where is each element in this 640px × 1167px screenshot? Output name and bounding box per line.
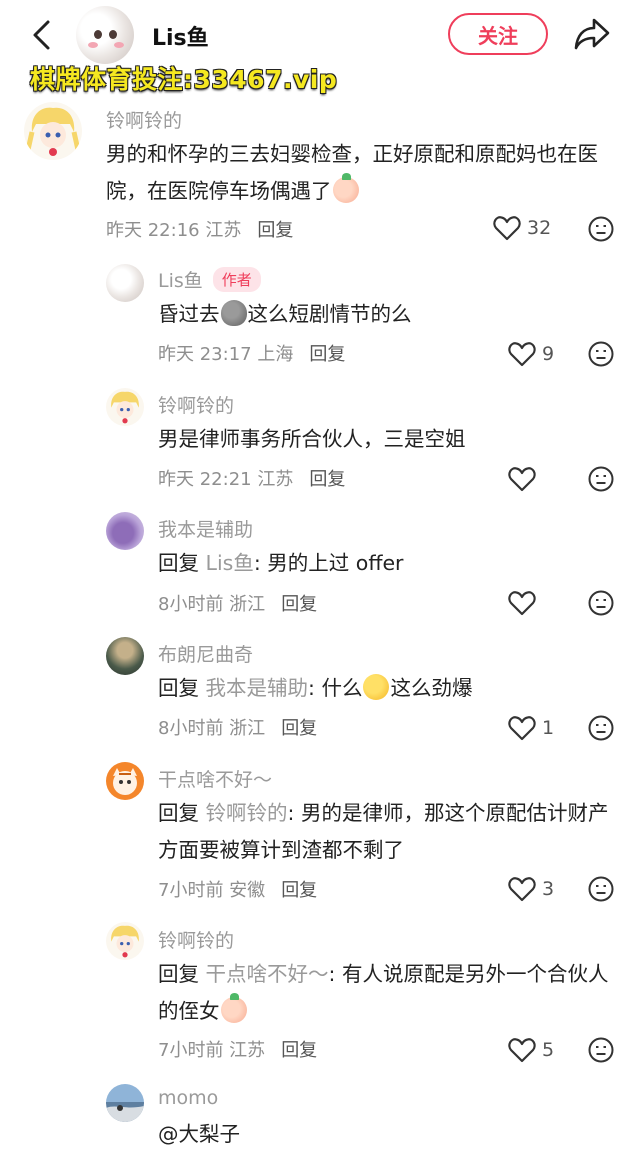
avatar[interactable]: [106, 922, 144, 960]
comment-text: @大梨子: [158, 1122, 240, 1146]
heart-icon: [508, 591, 536, 616]
comment-text: 昏过去 这么短剧情节的么: [158, 300, 412, 326]
avatar[interactable]: [24, 102, 82, 160]
reply-button[interactable]: 回复: [281, 594, 317, 615]
comment-text: 回复 我本是辅助: 什么 这么劲爆: [158, 674, 473, 700]
dislike-face-icon[interactable]: [588, 715, 614, 741]
avatar[interactable]: [106, 637, 144, 675]
author-avatar[interactable]: [76, 6, 134, 64]
like-button[interactable]: 1: [508, 713, 554, 743]
like-count: 9: [542, 343, 555, 365]
dislike-face-icon[interactable]: [588, 341, 614, 367]
follow-button[interactable]: 关注: [448, 13, 548, 55]
like-button[interactable]: 3: [508, 874, 554, 904]
avatar[interactable]: [106, 762, 144, 800]
share-icon[interactable]: [572, 16, 612, 52]
comment-meta: 8小时前 浙江 回复: [158, 594, 318, 615]
reply-button[interactable]: 回复: [281, 880, 317, 901]
like-button[interactable]: 9: [508, 339, 554, 369]
wow-face-emoji: [363, 674, 390, 700]
comment-text: 男的和怀孕的三去妇婴检查，正好原配和原配妈也在医院，在医院停车场偶遇了: [106, 142, 598, 203]
like-count: 32: [527, 217, 552, 239]
author-name[interactable]: Lis鱼: [152, 20, 209, 52]
grey-face-emoji: [220, 300, 247, 326]
heart-icon: [493, 216, 521, 241]
comment-text: 回复 铃啊铃的: 男的是律师，那这个原配估计财产方面要被算计到渣都不剩了: [158, 801, 609, 862]
commenter-name[interactable]: 铃啊铃的: [106, 106, 182, 133]
like-button[interactable]: 32: [493, 213, 551, 243]
reply-button[interactable]: 回复: [257, 220, 293, 241]
like-button[interactable]: [508, 588, 542, 618]
comment-meta: 昨天 22:16 江苏 回复: [106, 220, 294, 241]
dislike-face-icon[interactable]: [588, 216, 614, 242]
like-button[interactable]: [508, 464, 542, 494]
comment-text: 回复 干点啥不好～: 有人说原配是另外一个合伙人的侄女: [158, 962, 609, 1023]
comment-meta: 昨天 23:17 上海 回复: [158, 344, 346, 365]
dislike-face-icon[interactable]: [588, 466, 614, 492]
comment-meta: 8小时前 浙江 回复: [158, 718, 318, 739]
commenter-name[interactable]: 布朗尼曲奇: [158, 640, 253, 667]
avatar[interactable]: [106, 388, 144, 426]
dislike-face-icon[interactable]: [588, 876, 614, 902]
commenter-name[interactable]: 我本是辅助: [158, 515, 253, 542]
reply-target-name[interactable]: Lis鱼: [206, 551, 254, 575]
dislike-face-icon[interactable]: [588, 590, 614, 616]
dislike-face-icon[interactable]: [588, 1037, 614, 1063]
watermark-text: 棋牌体育投注:33467.vip: [30, 65, 338, 94]
avatar[interactable]: [106, 264, 144, 302]
like-count: 5: [542, 1039, 555, 1061]
peach-face-emoji: [220, 993, 247, 1023]
heart-icon: [508, 1038, 536, 1063]
comment-meta: 7小时前 安徽 回复: [158, 880, 318, 901]
avatar[interactable]: [106, 512, 144, 550]
reply-button[interactable]: 回复: [309, 344, 345, 365]
peach-face-emoji: [332, 173, 359, 203]
reply-button[interactable]: 回复: [281, 1040, 317, 1061]
heart-icon: [508, 716, 536, 741]
reply-button[interactable]: 回复: [281, 718, 317, 739]
heart-icon: [508, 467, 536, 492]
like-button[interactable]: 5: [508, 1035, 554, 1065]
commenter-name[interactable]: 铃啊铃的: [158, 391, 234, 418]
reply-target-name[interactable]: 我本是辅助: [206, 676, 309, 700]
avatar[interactable]: [106, 1084, 144, 1122]
reply-target-name[interactable]: 干点啥不好～: [206, 962, 329, 986]
commenter-name[interactable]: momo: [158, 1087, 218, 1109]
commenter-name[interactable]: 干点啥不好～: [158, 765, 272, 792]
comment-meta: 昨天 22:21 江苏 回复: [158, 469, 346, 490]
author-badge: 作者: [212, 267, 261, 292]
commenter-name[interactable]: Lis鱼 作者: [158, 266, 261, 293]
reply-target-name[interactable]: 铃啊铃的: [206, 801, 288, 825]
header-bar: Lis鱼 关注 棋牌体育投注:33467.vip: [0, 0, 640, 110]
comment-text: 男是律师事务所合伙人，三是空姐: [158, 427, 466, 451]
like-count: 3: [542, 878, 555, 900]
reply-button[interactable]: 回复: [309, 469, 345, 490]
heart-icon: [508, 342, 536, 367]
comment-text: 回复 Lis鱼: 男的上过 offer: [158, 551, 404, 575]
heart-icon: [508, 877, 536, 902]
comment-meta: 7小时前 江苏 回复: [158, 1040, 318, 1061]
commenter-name[interactable]: 铃啊铃的: [158, 926, 234, 953]
back-arrow-icon[interactable]: [26, 18, 60, 52]
like-count: 1: [542, 717, 555, 739]
